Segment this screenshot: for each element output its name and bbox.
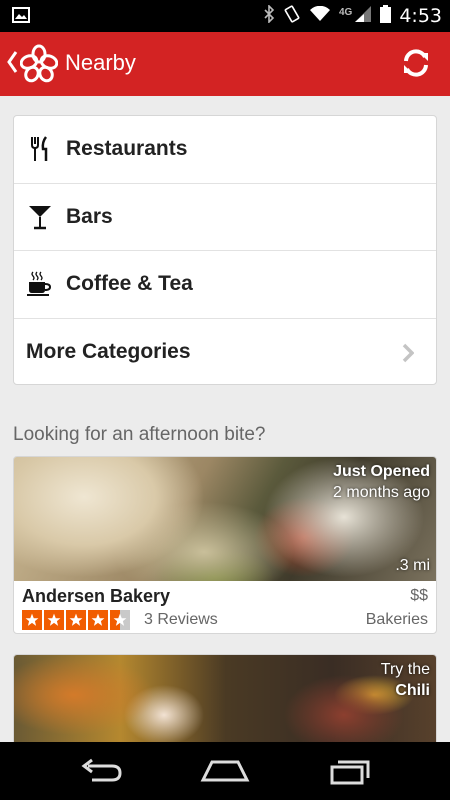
review-count: 3 Reviews (144, 611, 218, 628)
category-coffee-tea[interactable]: Coffee & Tea (14, 251, 436, 319)
star-icon (88, 610, 108, 630)
distance: .3 mi (395, 557, 430, 574)
category-list: Restaurants Bars Coffee & Tea More Categ… (13, 115, 437, 385)
half-star-icon (110, 610, 130, 630)
section-title: Looking for an afternoon bite? (13, 424, 266, 445)
category-bars[interactable]: Bars (14, 184, 436, 251)
star-icon (22, 610, 42, 630)
page-title: Nearby (65, 50, 136, 75)
bluetooth-icon (263, 3, 275, 28)
fork-knife-icon (26, 135, 54, 163)
category-label: Coffee & Tea (66, 272, 193, 296)
system-nav-bar (0, 742, 450, 800)
business-name: Andersen Bakery (22, 586, 171, 606)
chevron-right-icon (402, 343, 415, 368)
business-category: Bakeries (365, 611, 428, 628)
recents-nav-icon[interactable] (328, 756, 372, 791)
coffee-cup-icon (26, 270, 54, 298)
rotation-icon (283, 5, 301, 28)
back-chevron-icon[interactable] (6, 50, 18, 79)
business-card[interactable]: Just Opened 2 months ago .3 mi Andersen … (13, 456, 437, 634)
business-photo: Just Opened 2 months ago .3 mi (14, 457, 436, 581)
app-bar: Nearby (0, 32, 450, 96)
caption-subline: Chili (395, 682, 430, 699)
price-range: $$ (410, 587, 428, 604)
star-rating (22, 610, 130, 630)
category-more[interactable]: More Categories (14, 319, 436, 387)
star-icon (66, 610, 86, 630)
signal-icon (354, 5, 372, 28)
network-type: 4G (338, 6, 353, 18)
photo-caption: Try the Chili (381, 659, 430, 701)
back-nav-icon[interactable] (78, 756, 124, 791)
photo-caption: Just Opened 2 months ago (333, 461, 430, 503)
caption-headline: Try the (380, 661, 430, 678)
star-icon (44, 610, 64, 630)
category-restaurants[interactable]: Restaurants (14, 116, 436, 184)
image-icon (12, 7, 30, 28)
clock: 4:53 (399, 5, 442, 27)
battery-icon (380, 4, 392, 28)
yelp-logo-icon[interactable] (19, 44, 59, 89)
refresh-icon[interactable] (400, 47, 432, 84)
wifi-icon (309, 5, 331, 27)
home-nav-icon[interactable] (200, 756, 250, 791)
category-label: Restaurants (66, 137, 188, 161)
category-label: Bars (66, 204, 113, 228)
cocktail-icon (26, 203, 54, 231)
caption-headline: Just Opened (333, 463, 430, 480)
caption-subline: 2 months ago (333, 484, 430, 501)
status-bar: 4G 4:53 (0, 0, 450, 32)
category-label: More Categories (26, 340, 191, 364)
